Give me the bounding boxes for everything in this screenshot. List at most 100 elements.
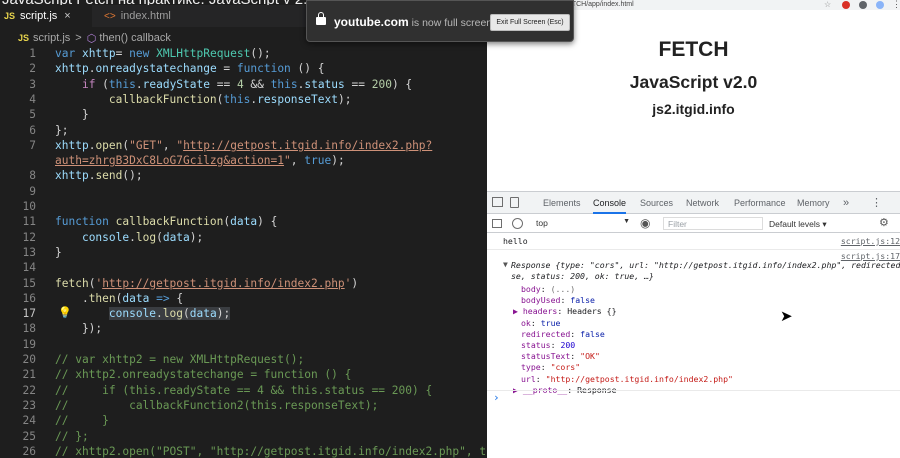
tab-script-js[interactable]: JS script.js × <box>0 5 92 27</box>
code-line[interactable]: 24 // } <box>0 414 487 429</box>
profile-avatar[interactable] <box>876 1 884 9</box>
code-line[interactable]: 17 💡 console.log(data); <box>0 306 487 322</box>
fullscreen-message: youtube.com is now full screen <box>334 15 492 29</box>
code-line[interactable]: 20 // var xhttp2 = new XMLHttpRequest(); <box>0 353 487 368</box>
code-line[interactable]: 14 <box>0 261 487 276</box>
code-line[interactable]: 2 xhttp.onreadystatechange = function () … <box>0 62 487 77</box>
code-line[interactable]: 1 var xhttp= new XMLHttpRequest(); <box>0 47 487 62</box>
code-line[interactable]: 4 callbackFunction(this.responseText); <box>0 93 487 108</box>
response-summary[interactable]: Response {type: "cors", url: "http://get… <box>511 260 900 271</box>
response-property: bodyUsed: false <box>521 295 595 306</box>
code-line[interactable]: 23 // callbackFunction2(this.responseText… <box>0 399 487 414</box>
breadcrumb-symbol[interactable]: then() callback <box>99 32 171 44</box>
code-text[interactable]: xhttp.send(); <box>55 169 143 182</box>
code-text[interactable]: console.log(data); <box>55 231 203 244</box>
code-text[interactable]: callbackFunction(this.responseText); <box>55 93 352 106</box>
code-line[interactable]: 25 // }; <box>0 430 487 445</box>
more-menu-icon[interactable]: ⋮ <box>892 0 900 10</box>
code-text[interactable]: // var xhttp2 = new XMLHttpRequest(); <box>55 353 304 366</box>
devtools-tab-performance[interactable]: Performance <box>734 192 786 214</box>
inspect-element-icon[interactable] <box>492 197 503 207</box>
code-line[interactable]: 12 console.log(data); <box>0 231 487 246</box>
code-line[interactable]: 21 // xhttp2.onreadystatechange = functio… <box>0 368 487 383</box>
response-property: statusText: "OK" <box>521 351 600 362</box>
breadcrumb-file[interactable]: script.js <box>33 32 70 44</box>
console-prompt[interactable]: › <box>493 391 500 404</box>
code-text[interactable]: function callbackFunction(data) { <box>55 215 277 228</box>
code-line[interactable]: 6}; <box>0 124 487 139</box>
code-line[interactable]: 19 <box>0 338 487 353</box>
clear-console-icon[interactable] <box>512 218 523 229</box>
code-text[interactable]: xhttp.open("GET", "http://getpost.itgid.… <box>55 139 432 152</box>
code-text[interactable]: }); <box>55 322 102 335</box>
code-line[interactable]: 26 // xhttp2.open("POST", "http://getpost… <box>0 445 487 458</box>
devtools-menu-icon[interactable]: ⋮ <box>871 192 882 214</box>
code-text[interactable]: } <box>55 108 89 121</box>
tab-label: index.html <box>120 10 171 22</box>
code-line[interactable]: 18 }); <box>0 322 487 337</box>
lock-icon <box>316 12 326 25</box>
extension-icon[interactable] <box>859 1 867 9</box>
code-line[interactable]: auth=zhrgB3DxC8LoG7Gcilzg&action=1", tru… <box>0 154 487 169</box>
code-text[interactable]: .then(data => { <box>55 292 183 305</box>
code-line[interactable]: 9 <box>0 185 487 200</box>
devtools-tab-network[interactable]: Network <box>686 192 719 214</box>
property-value: "OK" <box>580 351 600 362</box>
property-value: "cors" <box>550 362 581 373</box>
devtools-tab-elements[interactable]: Elements <box>543 192 581 214</box>
response-property[interactable]: ▶ headers: Headers {} <box>513 306 617 317</box>
mouse-cursor-icon: ➤ <box>780 307 793 325</box>
tab-index-html[interactable]: <> index.html <box>96 5 206 27</box>
code-line[interactable]: 8 xhttp.send(); <box>0 169 487 184</box>
property-key: bodyUsed <box>521 295 561 306</box>
log-levels-dropdown[interactable]: Default levels ▾ <box>769 219 827 230</box>
expand-arrow-icon[interactable]: ▼ <box>503 260 508 271</box>
context-selector[interactable]: top ▼ <box>536 218 630 230</box>
console-divider <box>487 390 900 391</box>
code-line[interactable]: 5 } <box>0 108 487 123</box>
code-text[interactable]: // xhttp2.open("POST", "http://getpost.i… <box>55 445 487 458</box>
code-line[interactable]: 15 fetch('http://getpost.itgid.info/index… <box>0 277 487 292</box>
code-text[interactable]: } <box>55 246 62 259</box>
code-text[interactable]: var xhttp= new XMLHttpRequest(); <box>55 47 271 60</box>
code-line[interactable]: 16 .then(data => { <box>0 292 487 307</box>
exit-fullscreen-button[interactable]: Exit Full Screen (Esc) <box>490 14 570 31</box>
code-text[interactable]: // if (this.readyState == 4 && this.stat… <box>55 384 432 397</box>
browser-window: ...E/JS_2.0/26_FETCH/app/index.html ☆ ⋮ … <box>487 0 900 458</box>
fullscreen-text: is now full screen <box>408 17 493 29</box>
code-text[interactable]: // xhttp2.onreadystatechange = function … <box>55 368 351 381</box>
devtools-tab-console[interactable]: Console <box>593 192 627 214</box>
code-text[interactable]: // } <box>55 414 109 427</box>
code-text[interactable]: }; <box>55 124 68 137</box>
code-editor[interactable]: JavaScript Fetch на практике. JavaScript… <box>0 0 487 458</box>
console-settings-icon[interactable]: ⚙ <box>879 216 889 229</box>
close-icon[interactable]: × <box>64 10 70 22</box>
device-toolbar-icon[interactable] <box>510 197 519 208</box>
code-line[interactable]: 3 if (this.readyState == 4 && this.statu… <box>0 78 487 93</box>
code-line[interactable]: 10 <box>0 200 487 215</box>
console-filter-input[interactable]: Filter <box>663 217 763 230</box>
code-text[interactable]: // callbackFunction2(this.responseText); <box>55 399 378 412</box>
code-line[interactable]: 13} <box>0 246 487 261</box>
code-line[interactable]: 11 function callbackFunction(data) { <box>0 215 487 230</box>
star-icon[interactable]: ☆ <box>824 0 831 9</box>
code-line[interactable]: 7 xhttp.open("GET", "http://getpost.itgid… <box>0 139 487 154</box>
code-text[interactable]: fetch('http://getpost.itgid.info/index2.… <box>55 277 358 290</box>
more-tabs-icon[interactable]: » <box>843 192 849 214</box>
property-value: Headers {} <box>567 306 617 317</box>
eye-icon[interactable]: ◉ <box>640 216 650 230</box>
line-number: 21 <box>22 368 36 382</box>
devtools-tab-memory[interactable]: Memory <box>797 192 830 214</box>
console-source-link[interactable]: script.js:12 <box>841 236 900 246</box>
extension-icon[interactable] <box>842 1 850 9</box>
line-number: 2 <box>29 62 36 76</box>
code-text[interactable]: xhttp.onreadystatechange = function () { <box>55 62 324 75</box>
code-line[interactable]: 22 // if (this.readyState == 4 && this.st… <box>0 384 487 399</box>
devtools-tab-sources[interactable]: Sources <box>640 192 673 214</box>
code-text[interactable]: if (this.readyState == 4 && this.status … <box>55 78 412 91</box>
code-text[interactable]: console.log(data); <box>55 307 231 321</box>
sidebar-toggle-icon[interactable] <box>492 219 502 228</box>
code-text[interactable]: // }; <box>55 430 89 443</box>
property-key: ▶ headers <box>513 306 558 317</box>
code-text[interactable]: auth=zhrgB3DxC8LoG7Gcilzg&action=1", tru… <box>55 154 345 167</box>
